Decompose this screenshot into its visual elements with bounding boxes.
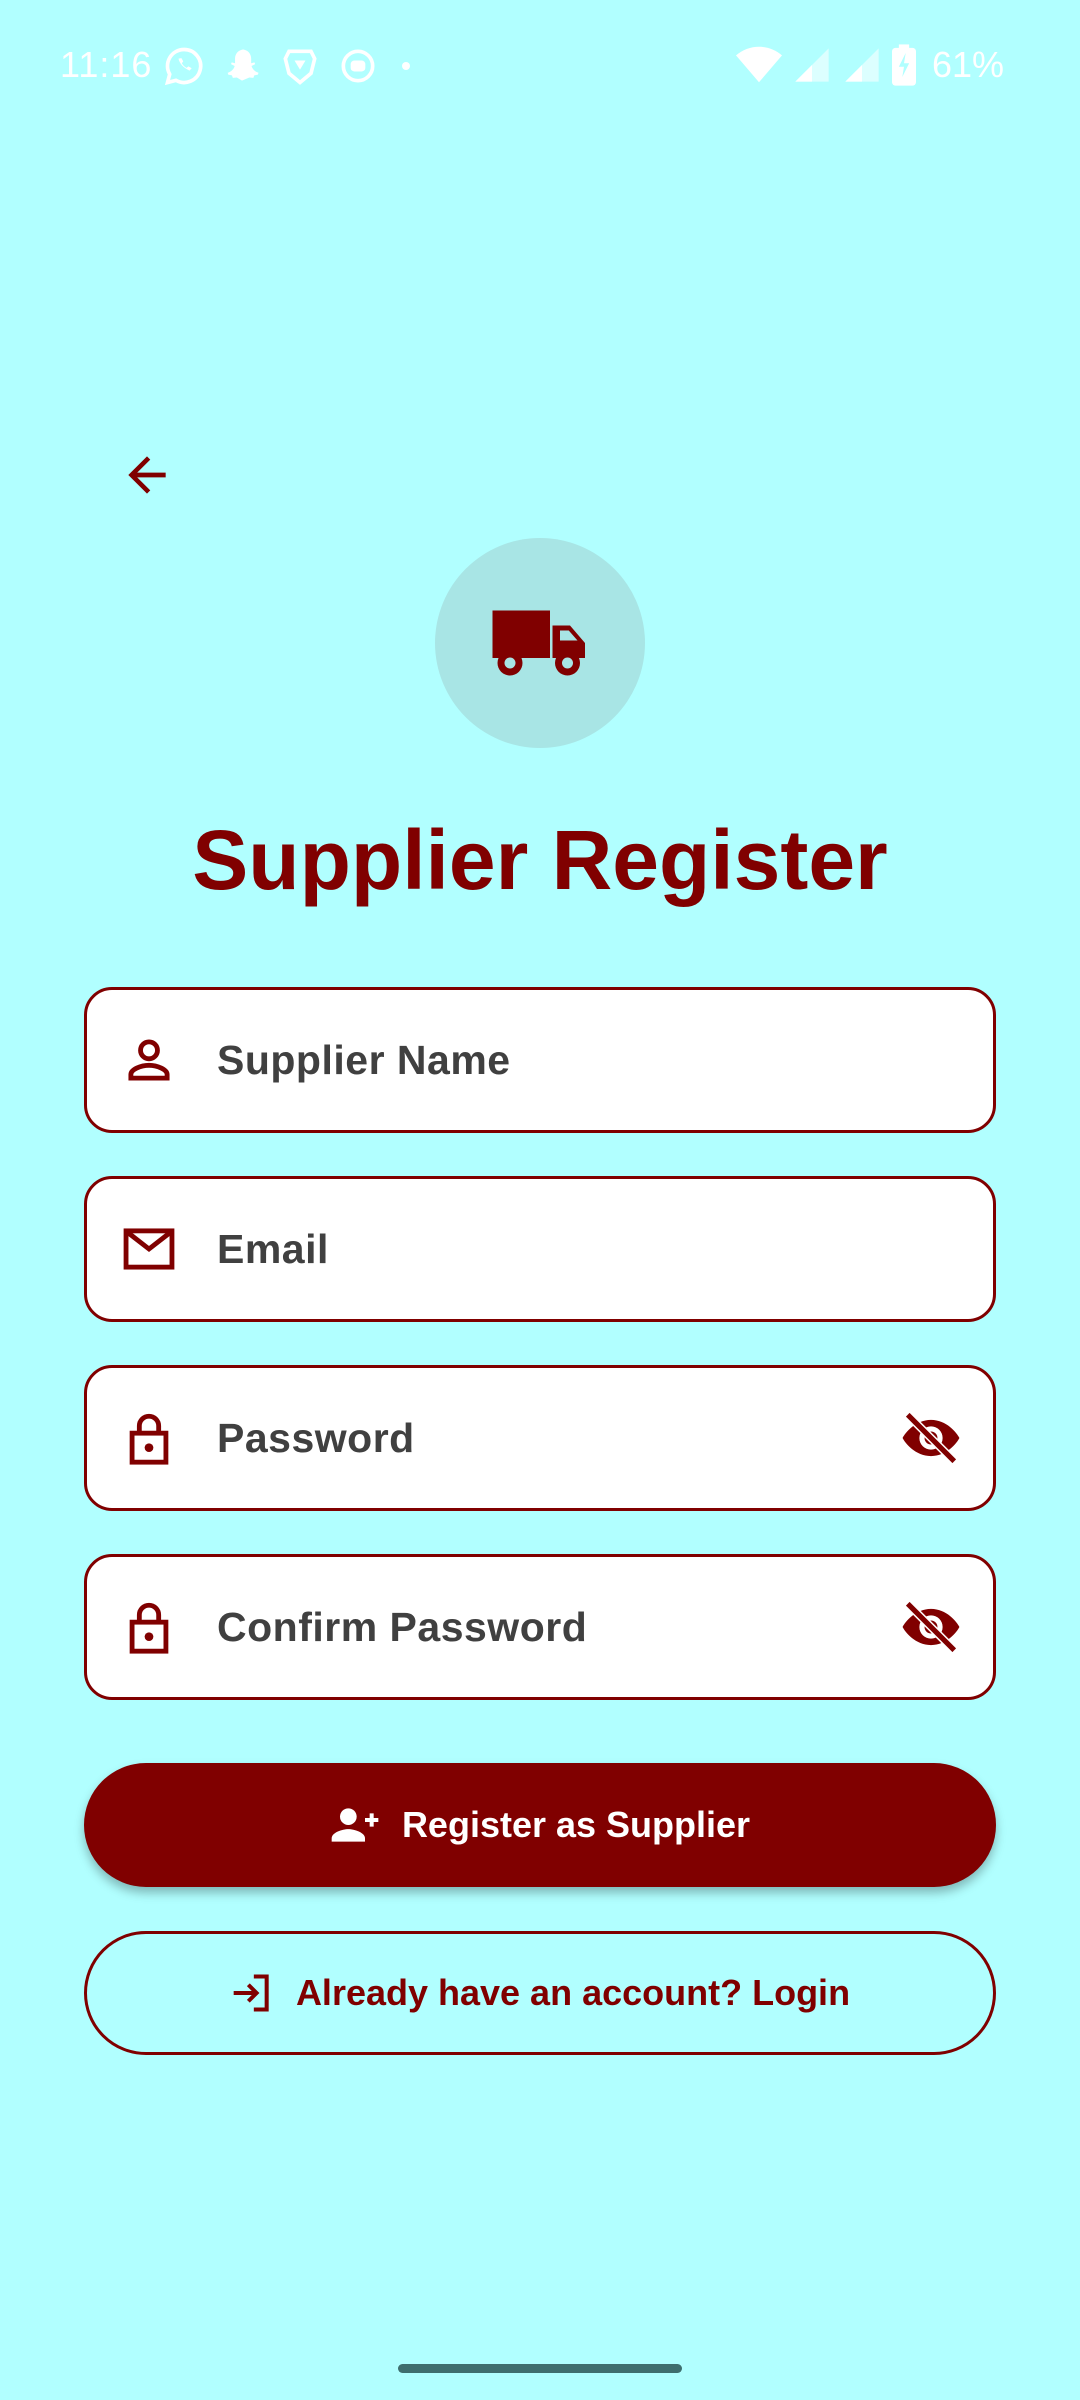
person-icon <box>119 1030 179 1090</box>
supplier-name-field[interactable] <box>84 987 996 1133</box>
logo-circle <box>435 538 645 748</box>
lock-icon <box>119 1408 179 1468</box>
battery-charging-icon <box>891 44 916 86</box>
eye-off-icon[interactable] <box>899 1406 963 1470</box>
confirm-password-field[interactable] <box>84 1554 996 1700</box>
snapchat-icon <box>227 49 259 81</box>
back-button[interactable] <box>112 440 182 510</box>
login-button-label: Already have an account? Login <box>295 1972 851 2013</box>
system-icons: 61% <box>735 44 1004 86</box>
home-indicator[interactable] <box>398 2364 682 2373</box>
register-button-label: Register as Supplier <box>401 1804 751 1845</box>
login-icon <box>233 1974 269 2012</box>
truck-icon <box>492 610 585 676</box>
page-title: Supplier Register <box>192 813 888 907</box>
person-add-icon <box>331 1808 379 1842</box>
confirm-password-input[interactable] <box>217 1603 889 1651</box>
wifi-icon <box>735 46 782 83</box>
battery-level: 61% <box>931 44 1004 85</box>
signal-icon <box>845 48 879 82</box>
whatsapp-icon <box>164 47 203 86</box>
notification-icons <box>162 44 418 88</box>
signal-icon <box>795 48 829 82</box>
login-button[interactable]: Already have an account? Login <box>84 1931 996 2055</box>
password-field[interactable] <box>84 1365 996 1511</box>
mail-icon <box>119 1219 179 1279</box>
status-time: 11:16 <box>60 44 153 85</box>
password-input[interactable] <box>217 1414 889 1462</box>
status-bar: 11:16 61% <box>0 0 1080 130</box>
register-button[interactable]: Register as Supplier <box>84 1763 996 1887</box>
arrow-back-icon <box>128 456 166 494</box>
email-field[interactable] <box>84 1176 996 1322</box>
email-input[interactable] <box>217 1225 993 1273</box>
dot-icon <box>402 62 410 70</box>
eye-off-icon[interactable] <box>899 1595 963 1659</box>
app-icon <box>341 49 375 83</box>
supplier-name-input[interactable] <box>217 1036 993 1084</box>
lock-icon <box>119 1597 179 1657</box>
brave-icon <box>283 49 317 85</box>
